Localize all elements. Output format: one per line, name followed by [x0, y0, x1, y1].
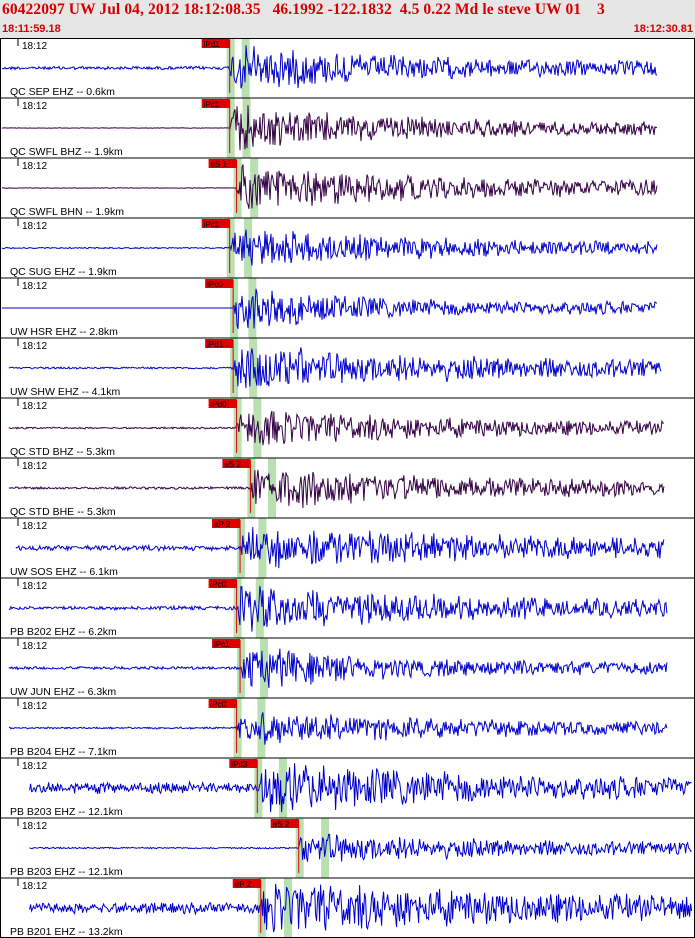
waveform-trace: [8, 410, 664, 446]
station-label: UW HSR EHZ -- 2.8km: [10, 326, 118, 338]
station-label: UW SHW EHZ -- 4.1km: [10, 386, 120, 398]
waveform-trace: [29, 763, 692, 813]
station-label: UW SOS EHZ -- 6.1km: [10, 566, 118, 578]
waveform-trace: [8, 585, 668, 632]
event-title: 60422097 UW Jul 04, 2012 18:12:08.35 46.…: [2, 1, 605, 18]
station-label: PB B203 EHZ -- 12.1km: [10, 866, 123, 878]
tick-label: 18:12: [22, 341, 47, 352]
tick-label: 18:12: [22, 401, 47, 412]
pick-window-s: [250, 158, 259, 218]
pick-label: iPd1: [204, 40, 221, 49]
station-label: QC SEP EHZ -- 0.6km: [10, 86, 115, 98]
event-header: 60422097 UW Jul 04, 2012 18:12:08.35 46.…: [0, 0, 695, 38]
station-label: QC SWFL BHZ -- 1.9km: [10, 146, 123, 158]
station-label: QC SWFL BHN -- 1.9km: [10, 206, 124, 218]
pick-label: eS 2: [273, 820, 290, 829]
pick-label: eP 2: [214, 520, 231, 529]
pick-label: eS 2: [224, 460, 241, 469]
pick-label: eP 2: [235, 880, 252, 889]
tick-label: 18:12: [22, 761, 47, 772]
pick-label: eS 1: [211, 160, 228, 169]
station-label: PB B203 EHZ -- 12.1km: [10, 806, 123, 818]
station-label: UW JUN EHZ -- 6.3km: [10, 686, 116, 698]
tick-label: 18:12: [22, 101, 47, 112]
tick-label: 18:12: [22, 161, 47, 172]
waveform-trace: [1, 45, 658, 89]
waveform-trace: [8, 469, 665, 509]
tick-label: 18:12: [22, 41, 47, 52]
tick-label: 18:12: [22, 521, 47, 532]
pick-window-s: [321, 818, 330, 878]
waveform-trace: [1, 229, 658, 266]
tick-label: 18:12: [22, 881, 47, 892]
tick-label: 18:12: [22, 281, 47, 292]
tick-label: 18:12: [22, 221, 47, 232]
tick-label: 18:12: [22, 701, 47, 712]
waveform-trace: [15, 527, 665, 569]
pick-label: iPc0: [207, 280, 223, 289]
station-label: PB B204 EHZ -- 7.1km: [10, 746, 117, 758]
pick-label: iPc1: [214, 640, 230, 649]
pick-label: iPc0: [211, 700, 227, 709]
station-label: QC SUG EHZ -- 1.9km: [10, 266, 117, 278]
pick-label: iPd1: [207, 340, 224, 349]
waveform-trace: [8, 712, 668, 745]
tick-label: 18:12: [22, 581, 47, 592]
waveform-trace: [2, 288, 658, 329]
tick-label: 18:12: [22, 461, 47, 472]
waveform-trace: [1, 105, 658, 151]
station-label: PB B202 EHZ -- 6.2km: [10, 626, 117, 638]
waveform-trace: [2, 164, 658, 210]
station-label: PB B201 EHZ -- 13.2km: [10, 926, 123, 938]
station-label: QC STD BHZ -- 5.3km: [10, 446, 115, 458]
pick-label: iPc1: [204, 220, 220, 229]
waveform-trace: [29, 833, 692, 862]
pick-label: iPc0: [211, 580, 227, 589]
waveform-trace: [29, 883, 693, 933]
seismogram-panel: 18:12 iPd1 QC SEP EHZ -- 0.6km 18:12 iPc1 QC …: [0, 38, 695, 938]
pick-label: iPd3: [231, 760, 248, 769]
station-label: QC STD BHE -- 5.3km: [10, 506, 116, 518]
tick-label: 18:12: [22, 821, 47, 832]
tick-label: 18:12: [22, 641, 47, 652]
pick-label: iPd0: [211, 400, 228, 409]
waveform-trace: [8, 648, 668, 689]
waveform-trace: [8, 347, 662, 389]
pick-label: iPc1: [204, 100, 220, 109]
end-time-label: 18:12:30.81: [633, 23, 693, 35]
start-time-label: 18:11:59.18: [2, 23, 61, 35]
